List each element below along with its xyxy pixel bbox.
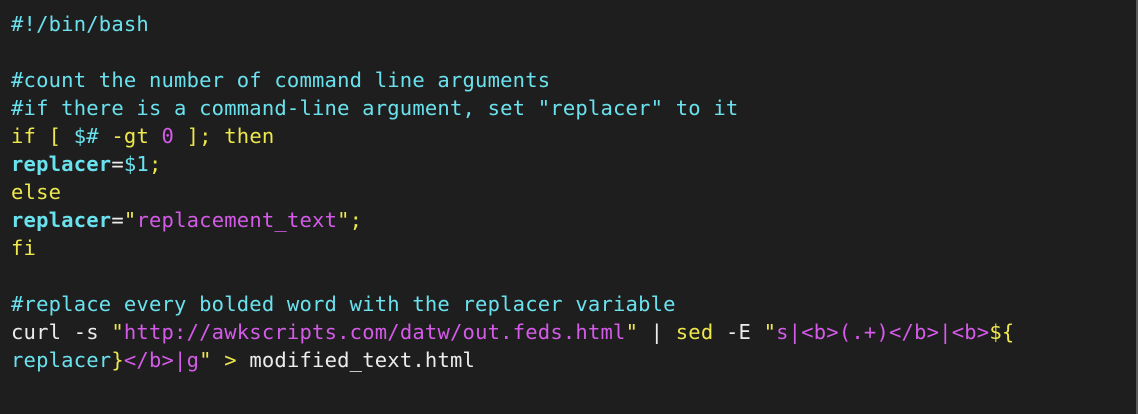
code-line: #if there is a command-line argument, se…	[11, 94, 1014, 122]
terminal-editor[interactable]: #!/bin/bash #count the number of command…	[0, 0, 1138, 414]
code-token: "	[199, 348, 212, 372]
code-line: fi	[11, 234, 1014, 262]
code-token: replacement_text	[136, 208, 338, 232]
code-token: "	[111, 320, 124, 344]
code-line: #!/bin/bash	[11, 10, 1014, 38]
code-token: else	[11, 180, 62, 204]
code-line: replacer}</b>|g" > modified_text.html	[11, 346, 1014, 374]
code-token: #count the number of command line argume…	[11, 68, 551, 92]
code-token: s|<b>(.+)</b>|<b>	[776, 320, 990, 344]
code-token: =	[111, 208, 124, 232]
code-token: modified_text.html	[249, 348, 476, 372]
code-token: "	[763, 320, 777, 344]
code-line: replacer=$1;	[11, 150, 1014, 178]
code-token: =	[111, 152, 124, 176]
code-token: if [	[11, 124, 74, 148]
code-token: 0	[161, 124, 175, 148]
code-line: #count the number of command line argume…	[11, 66, 1014, 94]
code-token: #!/bin/bash	[11, 12, 149, 36]
code-token: sed	[675, 320, 714, 344]
code-token: replacer	[11, 208, 112, 232]
code-line: else	[11, 178, 1014, 206]
code-token: "	[123, 208, 137, 232]
code-token: >	[211, 348, 250, 372]
code-token: #if there is a command-line argument, se…	[11, 96, 739, 120]
code-token: -gt	[98, 124, 162, 148]
code-token: $#	[73, 124, 99, 148]
code-token: "	[625, 320, 639, 344]
code-area[interactable]: #!/bin/bash #count the number of command…	[11, 10, 1014, 374]
code-line: curl -s "http://awkscripts.com/datw/out.…	[11, 318, 1014, 346]
code-token: ;	[148, 152, 162, 176]
code-token: }	[111, 348, 124, 372]
code-token: </b>|g	[123, 348, 200, 372]
code-token: fi	[11, 236, 37, 260]
code-token: replacer	[11, 348, 112, 372]
code-token: ]; then	[174, 124, 275, 148]
code-token: |	[638, 320, 676, 344]
code-line: replacer="replacement_text";	[11, 206, 1014, 234]
code-token: $1	[123, 152, 149, 176]
code-token: ${	[989, 320, 1015, 344]
code-token: -E	[713, 320, 764, 344]
code-token: ";	[337, 208, 363, 232]
code-token: http://awkscripts.com/datw/out.feds.html	[123, 320, 626, 344]
code-line: #replace every bolded word with the repl…	[11, 290, 1014, 318]
code-token: #replace every bolded word with the repl…	[11, 292, 676, 316]
code-token: curl -s	[11, 320, 112, 344]
code-token: replacer	[11, 152, 112, 176]
code-line: if [ $# -gt 0 ]; then	[11, 122, 1014, 150]
